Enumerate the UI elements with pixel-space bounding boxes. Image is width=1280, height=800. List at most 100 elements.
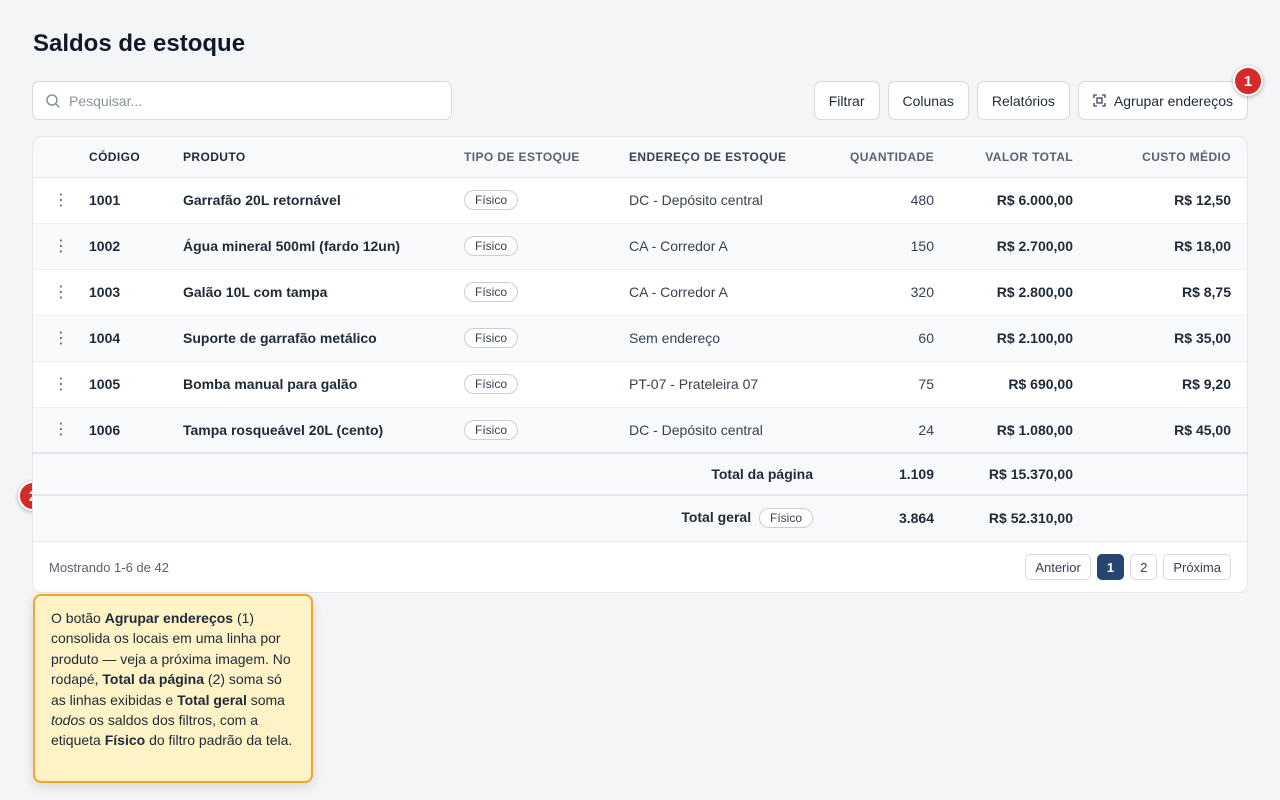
cell-total-value: R$ 2.800,00 — [950, 269, 1089, 316]
table-row[interactable]: ⋮ 1004 Suporte de garrafão metálico Físi… — [33, 315, 1247, 362]
pagination: Anterior 1 2 Próxima — [1025, 554, 1231, 580]
grand-total-row: Total geral Físico 3.864 R$ 52.310,00 — [33, 494, 1247, 542]
table-row[interactable]: ⋮ 1005 Bomba manual para galão Físico PT… — [33, 361, 1247, 408]
callout-bold-group-locations: Agrupar endereços — [104, 610, 234, 626]
cell-product: Garrafão 20L retornável — [183, 177, 464, 224]
cell-avg-cost: R$ 8,75 — [1089, 269, 1247, 316]
cell-quantity: 320 — [829, 269, 950, 316]
col-header-code[interactable]: CÓDIGO — [89, 137, 183, 178]
showing-range: Mostrando 1-6 de 42 — [49, 559, 169, 575]
stock-type-badge: Físico — [464, 282, 519, 302]
cell-total-value: R$ 2.700,00 — [950, 223, 1089, 270]
group-locations-icon — [1093, 94, 1106, 107]
table-row[interactable]: ⋮ 1002 Água mineral 500ml (fardo 12un) F… — [33, 223, 1247, 270]
annotation-marker-1: 1 — [1233, 66, 1263, 96]
cell-quantity: 24 — [829, 407, 950, 454]
callout-italic-all: todos — [51, 712, 86, 729]
grand-total-value: R$ 52.310,00 — [950, 494, 1089, 542]
cell-address: DC - Depósito central — [629, 177, 829, 224]
kebab-menu-icon[interactable]: ⋮ — [53, 376, 69, 393]
stock-type-badge: Físico — [464, 190, 519, 210]
reports-button[interactable]: Relatórios — [976, 81, 1070, 120]
col-header-stock-type[interactable]: TIPO DE ESTOQUE — [464, 137, 629, 178]
cell-product: Água mineral 500ml (fardo 12un) — [183, 223, 464, 270]
page-total-row: Total da página 1.109 R$ 15.370,00 — [33, 452, 1247, 495]
search-box[interactable] — [32, 81, 452, 120]
page-2-button[interactable]: 2 — [1130, 554, 1158, 580]
page-total-avg-cost — [1089, 452, 1247, 495]
cell-address: CA - Corredor A — [629, 223, 829, 270]
columns-button[interactable]: Colunas — [887, 81, 969, 120]
cell-quantity: 60 — [829, 315, 950, 362]
group-locations-button[interactable]: Agrupar endereços — [1077, 81, 1248, 120]
col-header-total-value[interactable]: VALOR TOTAL — [950, 137, 1089, 178]
stock-type-badge: Físico — [464, 236, 519, 256]
cell-product: Galão 10L com tampa — [183, 269, 464, 316]
cell-code: 1006 — [89, 407, 183, 454]
cell-product: Tampa rosqueável 20L (cento) — [183, 407, 464, 454]
kebab-menu-icon[interactable]: ⋮ — [53, 192, 69, 209]
callout-bold-grand-total: Total geral — [177, 691, 247, 708]
table-row[interactable]: ⋮ 1003 Galão 10L com tampa Físico CA - C… — [33, 269, 1247, 316]
page-total-label: Total da página — [33, 452, 829, 495]
kebab-menu-icon[interactable]: ⋮ — [53, 238, 69, 255]
cell-quantity: 480 — [829, 177, 950, 224]
col-header-product[interactable]: PRODUTO — [183, 137, 464, 178]
cell-address: DC - Depósito central — [629, 407, 829, 454]
kebab-menu-icon[interactable]: ⋮ — [53, 421, 69, 438]
cell-code: 1001 — [89, 177, 183, 224]
next-page-button[interactable]: Próxima — [1163, 554, 1231, 580]
callout-bold-page-total: Total da página — [102, 671, 205, 688]
cell-total-value: R$ 1.080,00 — [950, 407, 1089, 454]
page-1-button[interactable]: 1 — [1096, 554, 1125, 580]
prev-page-button[interactable]: Anterior — [1025, 554, 1091, 580]
grand-total-avg-cost — [1089, 494, 1247, 542]
kebab-menu-icon[interactable]: ⋮ — [53, 284, 69, 301]
cell-product: Suporte de garrafão metálico — [183, 315, 464, 362]
kebab-menu-icon[interactable]: ⋮ — [53, 330, 69, 347]
cell-code: 1002 — [89, 223, 183, 270]
cell-address: Sem endereço — [629, 315, 829, 362]
page-title: Saldos de estoque — [33, 30, 246, 57]
stock-type-badge: Físico — [464, 328, 519, 348]
toolbar: Filtrar Colunas Relatórios Agrupar ender… — [813, 81, 1248, 120]
stock-type-badge: Físico — [464, 374, 519, 394]
cell-code: 1004 — [89, 315, 183, 362]
col-header-actions — [33, 137, 89, 178]
cell-address: PT-07 - Prateleira 07 — [629, 361, 829, 408]
help-callout: O botão Agrupar endereços (1) consolida … — [33, 594, 313, 783]
cell-total-value: R$ 6.000,00 — [950, 177, 1089, 224]
grand-total-quantity: 3.864 — [829, 494, 950, 542]
col-header-stock-address[interactable]: ENDEREÇO DE ESTOQUE — [629, 137, 829, 178]
filter-button[interactable]: Filtrar — [813, 81, 880, 120]
cell-total-value: R$ 2.100,00 — [950, 315, 1089, 362]
col-header-quantity[interactable]: QUANTIDADE — [829, 137, 950, 178]
table-row[interactable]: ⋮ 1006 Tampa rosqueável 20L (cento) Físi… — [33, 407, 1247, 454]
page-total-value: R$ 15.370,00 — [950, 452, 1089, 495]
page-total-quantity: 1.109 — [829, 452, 950, 495]
grand-total-stock-type-badge: Físico — [758, 508, 813, 529]
callout-text: soma — [246, 691, 285, 708]
search-input[interactable] — [69, 92, 451, 109]
stock-type-badge: Físico — [464, 419, 519, 440]
stock-balance-table: CÓDIGO PRODUTO TIPO DE ESTOQUE ENDEREÇO … — [33, 137, 1247, 542]
group-locations-label: Agrupar endereços — [1113, 92, 1233, 109]
col-header-avg-cost[interactable]: CUSTO MÉDIO — [1089, 137, 1247, 178]
cell-code: 1005 — [89, 361, 183, 408]
cell-quantity: 75 — [829, 361, 950, 408]
grand-total-label: Total geral — [681, 509, 752, 526]
cell-avg-cost: R$ 12,50 — [1089, 177, 1247, 224]
grand-total-label-cell: Total geral Físico — [33, 494, 829, 542]
search-icon — [46, 93, 60, 108]
callout-text: do filtro padrão da tela. — [145, 732, 293, 749]
cell-avg-cost: R$ 45,00 — [1089, 407, 1247, 454]
table-row[interactable]: ⋮ 1001 Garrafão 20L retornável Físico DC… — [33, 177, 1247, 224]
callout-text: O botão — [51, 610, 105, 626]
cell-address: CA - Corredor A — [629, 269, 829, 316]
cell-code: 1003 — [89, 269, 183, 316]
cell-product: Bomba manual para galão — [183, 361, 464, 408]
cell-avg-cost: R$ 35,00 — [1089, 315, 1247, 362]
cell-avg-cost: R$ 18,00 — [1089, 223, 1247, 270]
cell-avg-cost: R$ 9,20 — [1089, 361, 1247, 408]
table-header-row: CÓDIGO PRODUTO TIPO DE ESTOQUE ENDEREÇO … — [33, 137, 1247, 178]
